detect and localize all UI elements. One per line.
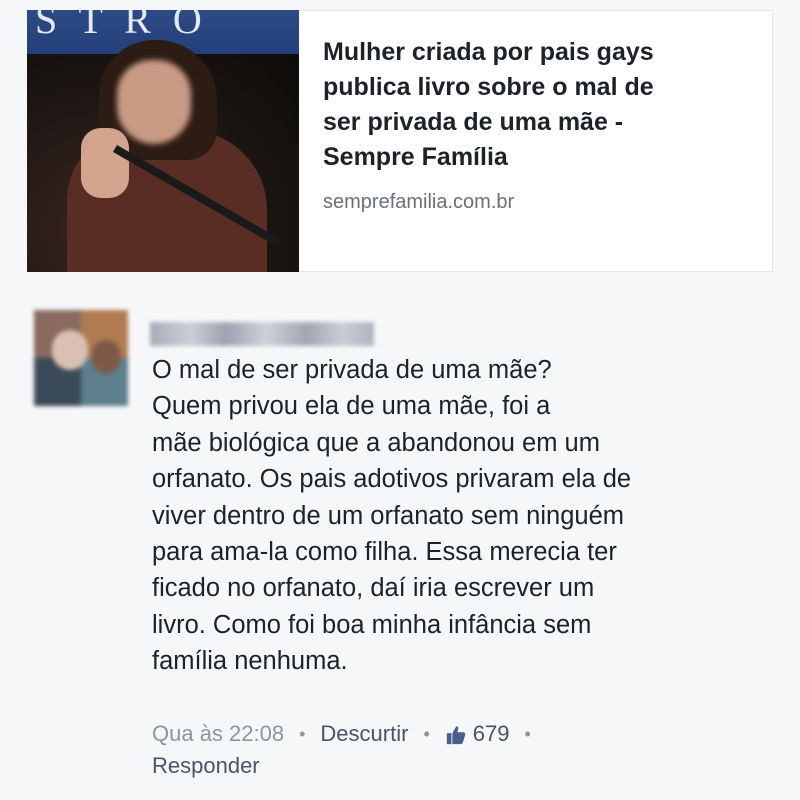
- link-domain: semprefamilia.com.br: [323, 191, 515, 213]
- separator-dot: •: [299, 724, 306, 744]
- unlike-button[interactable]: Descurtir: [320, 718, 408, 750]
- comment-timestamp[interactable]: Qua às 22:08: [152, 718, 284, 750]
- separator-dot: •: [524, 724, 531, 744]
- comment-text: O mal de ser privada de uma mãe? Quem pr…: [152, 356, 632, 676]
- separator-dot: •: [423, 724, 430, 744]
- link-preview-card[interactable]: S T R O Mulher criada por pais gays publ…: [27, 10, 773, 272]
- comment-actions: Qua às 22:08 • Descurtir • 679 • Respond…: [152, 718, 546, 782]
- link-title[interactable]: Mulher criada por pais gays publica livr…: [323, 35, 723, 175]
- thumbs-up-icon: [446, 726, 466, 745]
- reply-button[interactable]: Responder: [152, 750, 260, 782]
- avatar[interactable]: [34, 310, 128, 406]
- link-preview-image[interactable]: S T R O: [27, 10, 299, 272]
- like-count[interactable]: 679: [445, 718, 509, 750]
- commenter-name-blurred[interactable]: [150, 322, 374, 346]
- blurred-face: [117, 60, 191, 144]
